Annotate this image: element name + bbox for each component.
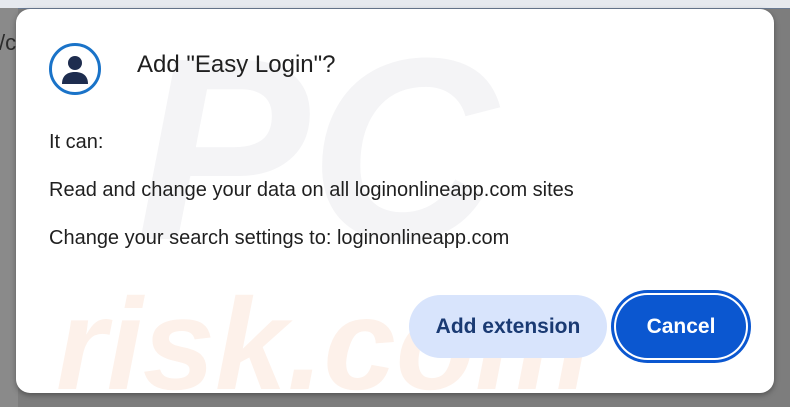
permission-search-settings: Change your search settings to: loginonl… xyxy=(49,227,510,249)
user-avatar-icon xyxy=(49,43,101,95)
permission-read-change: Read and change your data on all loginon… xyxy=(49,179,574,201)
address-bar-fragment: /c xyxy=(0,30,17,55)
dialog-title: Add "Easy Login"? xyxy=(137,51,336,78)
permissions-heading: It can: xyxy=(49,131,104,153)
browser-top-bar xyxy=(0,0,790,9)
cancel-button[interactable]: Cancel xyxy=(616,295,746,358)
add-extension-button[interactable]: Add extension xyxy=(409,295,607,358)
person-icon xyxy=(62,56,88,84)
add-extension-dialog: PC risk.com Add "Easy Login"? It can: Re… xyxy=(16,9,774,393)
